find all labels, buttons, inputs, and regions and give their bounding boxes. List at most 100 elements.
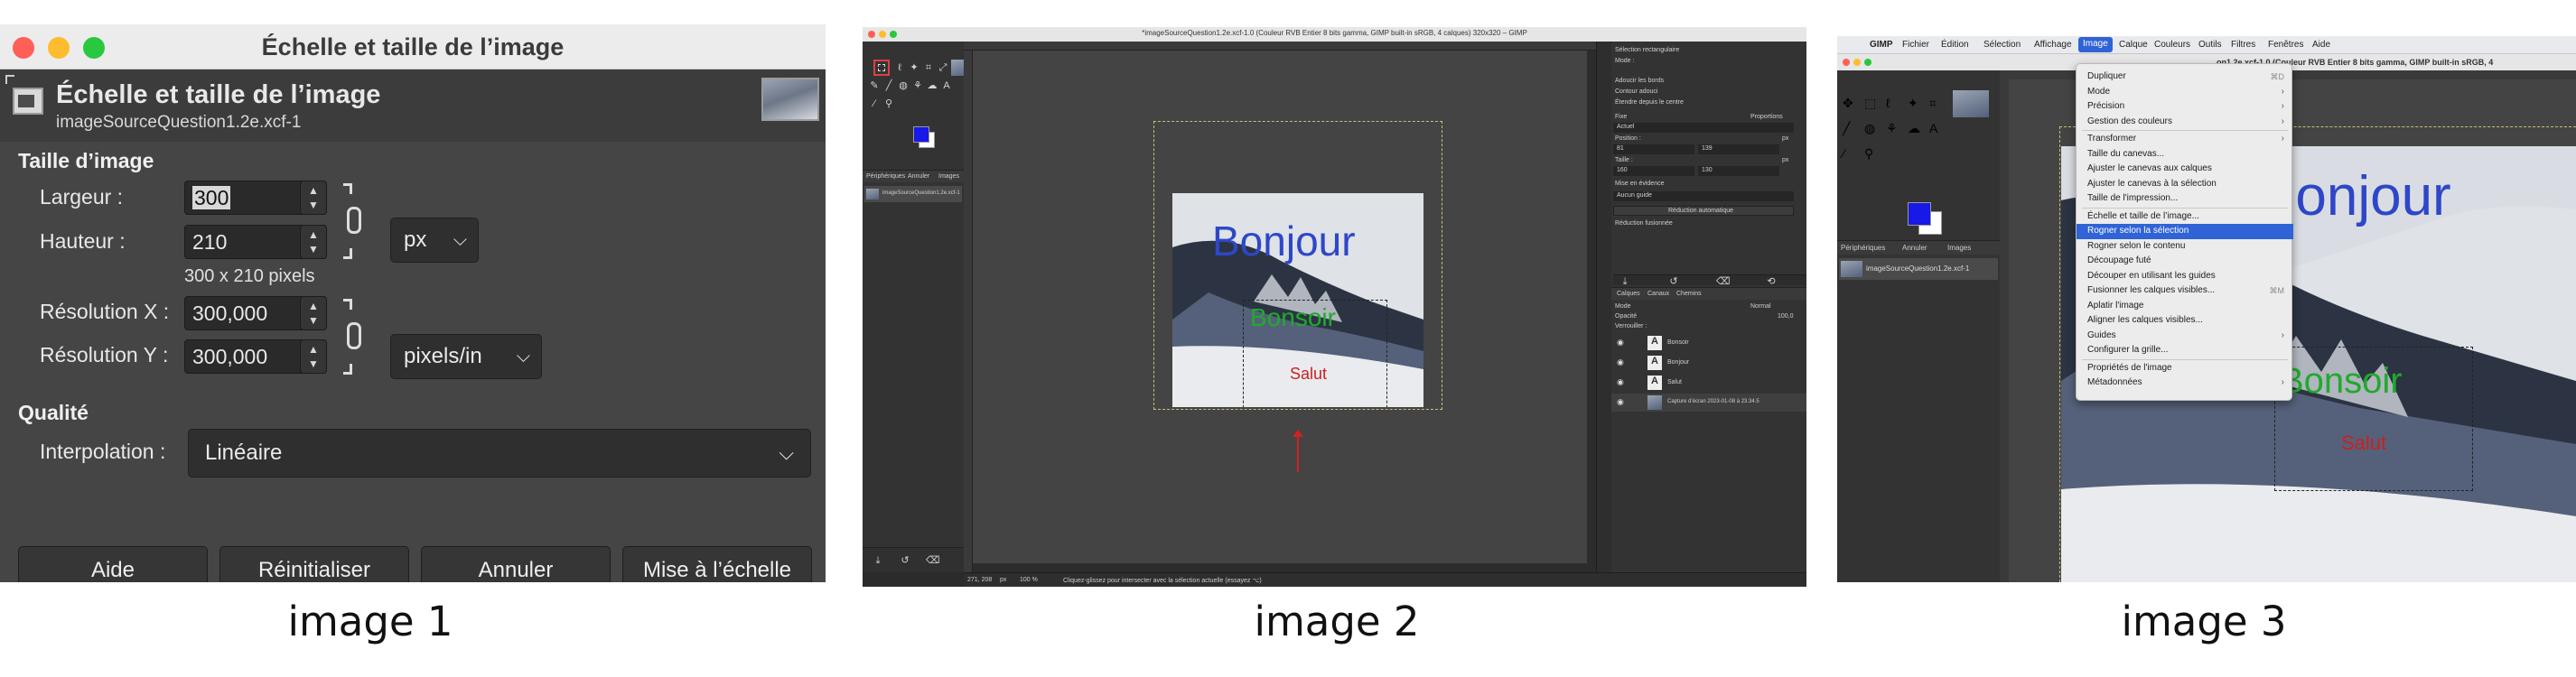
layer-row[interactable]: ◉ A Bonsoir [1611,334,1806,352]
menu-item[interactable]: Ajuster le canevas aux calques [2077,162,2293,177]
coords-unit[interactable]: px [1000,577,1006,583]
fixed-value[interactable]: Proportions [1750,114,1783,120]
visibility-icon[interactable]: ◉ [1617,397,1624,407]
menubar-colors[interactable]: Couleurs [2154,40,2190,50]
foreground-color-swatch[interactable] [913,126,929,143]
reset-button[interactable]: Réinitialiser [219,546,409,582]
menubar-edit[interactable]: Édition [1941,40,1969,50]
menu-item[interactable]: Taille de l'impression... [2077,191,2293,207]
menubar-app[interactable]: GIMP [1870,40,1893,50]
visibility-icon[interactable]: ◉ [1617,338,1624,348]
expand-option[interactable]: Étendre depuis le centre [1615,99,1684,106]
crop-tool-icon[interactable]: ⌗ [922,61,935,74]
bucket-fill-icon[interactable]: ◍ [1864,121,1882,139]
tab-images[interactable]: Images [938,173,959,180]
menubar-windows[interactable]: Fenêtres [2268,40,2303,50]
lasso-tool-icon[interactable]: ℓ [1886,96,1904,114]
size-w-input[interactable]: 160 [1613,166,1694,176]
auto-shrink-button[interactable]: Réduction automatique [1613,206,1794,216]
tab-paths[interactable]: Chemins [1676,291,1702,297]
antialias-option[interactable]: Adoucir les bords [1615,78,1664,84]
interpolation-select[interactable]: Linéaire ⌵ [188,429,811,478]
shrink-merged-option[interactable]: Réduction fusionnée [1615,220,1673,227]
menu-item[interactable]: Métadonnées › [2077,376,2293,391]
save-tool-preset-icon[interactable]: ⤓ [872,554,884,567]
fuzzy-select-icon[interactable]: ✦ [1908,96,1926,114]
size-unit[interactable]: px [1782,157,1788,163]
paintbrush-icon[interactable]: ╱ [1843,121,1861,139]
tab-layers[interactable]: Calques [1617,291,1640,297]
menu-item[interactable]: Propriétés de l'image [2077,361,2293,376]
menubar-filters[interactable]: Filtres [2231,40,2255,50]
position-y-input[interactable]: 139 [1698,144,1779,154]
layer-row[interactable]: ◉ A Salut [1611,374,1806,392]
current-field[interactable]: Actuel [1613,123,1794,133]
menu-item[interactable]: Gestion des couleurs › [2077,115,2293,130]
tab-channels[interactable]: Canaux [1647,291,1669,297]
menu-item[interactable]: Guides › [2077,329,2293,344]
menu-item[interactable]: Fusionner les calques visibles... ⌘M [2077,283,2293,299]
height-stepper[interactable]: ▲ ▼ [300,225,327,259]
menu-item[interactable]: Aplatir l'image [2077,299,2293,314]
visibility-icon[interactable]: ◉ [1617,357,1624,367]
bucket-fill-icon[interactable]: ◍ [897,79,910,92]
resolution-unit-select[interactable]: pixels/in ⌵ [390,334,542,379]
menubar-view[interactable]: Affichage [2034,40,2072,50]
scale-button[interactable]: Mise à l’échelle [622,546,812,582]
menu-item[interactable]: Précision › [2077,99,2293,115]
zoom-level[interactable]: 100 % [1020,577,1038,583]
menu-item[interactable]: Dupliquer ⌘D [2077,70,2293,85]
menu-item[interactable]: Transformer › [2077,132,2293,147]
menubar-select[interactable]: Sélection [1983,40,2021,50]
menubar-layer[interactable]: Calque [2119,40,2148,50]
tab-devices[interactable]: Périphériques [1841,244,1885,252]
reset-options-icon[interactable]: ⟲ [1765,275,1778,288]
tab-undo[interactable]: Annuler [908,173,929,180]
save-options-icon[interactable]: ⤓ [1619,275,1631,288]
rect-select-tool-icon[interactable] [873,60,890,76]
paintbrush-icon[interactable]: ╱ [882,79,895,92]
foreground-color-swatch[interactable] [1908,202,1931,226]
canvas-image[interactable]: Bonjour Bonsoir Salut [1172,193,1423,407]
image-list-item[interactable]: imageSourceQuestion1.2e.xcf-1 [1839,258,1998,280]
chain-link-icon[interactable] [343,183,365,259]
menubar-help[interactable]: Aide [2312,40,2330,50]
highlight-option[interactable]: Mise en évidence [1615,181,1664,187]
menu-item[interactable]: Configurer la grille... [2077,343,2293,358]
cancel-button[interactable]: Annuler [421,546,611,582]
text-tool-icon[interactable]: A [940,79,953,92]
horizontal-scrollbar[interactable] [973,563,1587,572]
transform-tool-icon[interactable]: ⤢ [937,61,949,74]
close-icon[interactable] [1843,59,1850,66]
move-tool-icon[interactable]: ✥ [1843,96,1861,114]
clone-tool-icon[interactable]: ⚘ [911,79,924,92]
smudge-tool-icon[interactable]: ☁ [1908,121,1926,139]
menu-item[interactable]: Découper en utilisant les guides [2077,269,2293,284]
minimize-icon[interactable] [1853,59,1861,66]
fuzzy-select-icon[interactable]: ✦ [908,61,920,74]
menubar-image[interactable]: Image [2078,37,2113,52]
delete-icon[interactable]: ⌫ [926,554,940,567]
menu-item[interactable]: Échelle et taille de l’image... [2077,209,2293,225]
visibility-icon[interactable]: ◉ [1617,377,1624,387]
resolution-x-stepper[interactable]: ▲ ▼ [300,296,327,330]
opacity-value[interactable]: 100,0 [1778,313,1794,320]
unit-select[interactable]: px ⌵ [390,218,479,263]
zoom-icon[interactable] [1864,59,1871,66]
clone-tool-icon[interactable]: ⚘ [1886,121,1904,139]
menu-item[interactable]: Aligner les calques visibles... [2077,313,2293,329]
tab-images[interactable]: Images [1947,244,1971,252]
guides-select[interactable]: Aucun guide [1613,191,1794,201]
menu-item[interactable]: Taille du canevas... [2077,147,2293,162]
menu-item[interactable]: Mode › [2077,85,2293,100]
rect-select-tool-icon[interactable]: ⬚ [1864,96,1882,114]
restore-options-icon[interactable]: ↺ [1667,275,1680,288]
zoom-tool-icon[interactable]: ⚲ [1864,146,1882,164]
menu-item[interactable]: Ajuster le canevas à la sélection [2077,177,2293,192]
position-x-input[interactable]: 81 [1613,144,1694,154]
resolution-y-stepper[interactable]: ▲ ▼ [300,339,327,374]
resolution-chain-icon[interactable] [343,299,365,375]
feather-option[interactable]: Contour adouci [1615,88,1657,95]
image-list-item[interactable]: imageSourceQuestion1.2e.xcf-1 [864,186,962,202]
smudge-tool-icon[interactable]: ☁ [926,79,938,92]
